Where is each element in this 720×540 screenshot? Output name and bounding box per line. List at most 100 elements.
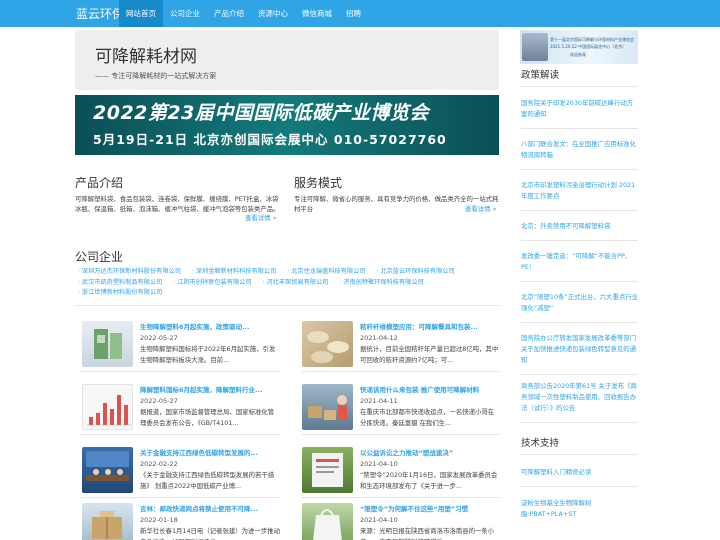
plastic-bag-image-icon bbox=[313, 509, 342, 540]
sidebar-divider bbox=[521, 374, 638, 375]
policy-link[interactable]: 国务院关于印发2030年前碳达峰行动方案的通知 bbox=[521, 98, 639, 120]
banner-headline: 2022第23届中国国际低碳产业博览会 bbox=[93, 102, 429, 124]
policy-link[interactable]: 北京：外卖禁用不可降解塑料袋 bbox=[521, 221, 639, 232]
company-link[interactable]: · 浙江世博新材料股份有限公司 bbox=[78, 288, 162, 299]
products-description: 可降解塑料袋、食品包装袋、连卷袋、保鲜膜、缠绕膜、PET托盒、冰袋冰瓶、保温箱、… bbox=[75, 195, 280, 213]
top-navbar: 蓝云环保 网站首页 公司企业 产品介绍 资源中心 微信商城 招聘 bbox=[0, 0, 720, 27]
article-card[interactable]: 关于金融支持江西绿色低碳转型发展的... 2022-02-22 《关于金融支持江… bbox=[82, 447, 282, 505]
sidebar-divider bbox=[521, 169, 638, 170]
article-excerpt: 据统计，目前全国秸秆年产量已超过8亿吨，其中可回收的秸秆资源约7亿吨；可... bbox=[360, 345, 499, 364]
article-excerpt: 在重庆市北部都市快递收运点，一名快递小哥在分拣快递。秦廷富摄 在我们生... bbox=[360, 408, 495, 427]
article-thumbnail[interactable] bbox=[302, 503, 353, 540]
sidebar-expo-ad[interactable]: 第十一届北京国际可降解与环保材料产业博览会 2021.5.20-22 中国国际展… bbox=[520, 30, 638, 64]
ad-text-welcome: 欢迎参观 bbox=[570, 52, 586, 57]
brand-logo-text[interactable]: 蓝云环保 bbox=[76, 5, 124, 22]
sidebar-divider bbox=[521, 86, 638, 87]
article-card[interactable]: 秸秆纤维模塑应用：可降解餐具和包装... 2021-04-12 据统计，目前全国… bbox=[302, 321, 502, 379]
company-link[interactable]: · 济南创特聚环保科技有限公司 bbox=[339, 278, 423, 289]
company-list: · 深圳万达杰环保新材料股份有限公司 · 深圳金顺新材料科技有限公司 · 北京住… bbox=[78, 267, 498, 299]
nav-item-companies[interactable]: 公司企业 bbox=[163, 0, 207, 27]
sidebar-divider bbox=[521, 281, 638, 282]
sidebar-divider bbox=[521, 128, 638, 129]
sidebar-divider bbox=[521, 486, 638, 487]
article-card[interactable]: 生物降解塑料6月起实施，政策驱动... 2022-05-27 生物降解塑料国标将… bbox=[82, 321, 282, 379]
bar-chart-image-icon bbox=[87, 395, 131, 426]
nav-item-home[interactable]: 网站首页 bbox=[119, 0, 163, 27]
company-link[interactable]: · 北京蓝云环保科技有限公司 bbox=[377, 267, 455, 278]
article-card[interactable]: 吉林：邮政快递网点将禁止使用不可降... 2022-01-18 新华社长春1月1… bbox=[82, 503, 282, 540]
article-excerpt: 据报道，国家市场监督管理总局、国家标准化管理委员会发布公告，《GB/T4101.… bbox=[140, 408, 275, 427]
products-heading: 产品介绍 bbox=[75, 176, 124, 190]
article-thumbnail[interactable] bbox=[82, 384, 133, 430]
policy-link[interactable]: 八部门联合发文：在全国推广应用标准化物流周转箱 bbox=[521, 139, 639, 161]
policy-link[interactable]: 发改委一锤定音：“可降解”不能含PP、PE! bbox=[521, 251, 639, 273]
article-date: 2021-04-10 bbox=[360, 460, 398, 468]
article-thumbnail[interactable] bbox=[82, 447, 133, 493]
article-thumbnail[interactable] bbox=[302, 321, 353, 367]
expo-banner[interactable]: 2022第23届中国国际低碳产业博览会 5月19日-21日 北京亦创国际会展中心… bbox=[75, 95, 499, 155]
site-title: 可降解耗材网 bbox=[95, 47, 197, 67]
article-excerpt: 来源：光明日报在陕西省商洛市洛南县的一条小巷……走向日塑胶料薄膜袋后... bbox=[360, 527, 495, 540]
tech-link[interactable]: 淀粉生物基全生物降解树脂:PBAT+PLA+ST bbox=[521, 498, 639, 520]
article-date: 2022-02-22 bbox=[140, 460, 178, 468]
article-thumbnail[interactable] bbox=[82, 503, 133, 540]
hero-jumbotron: 可降解耗材网 —— 专注可降解耗材的一站式解决方案 bbox=[75, 30, 499, 90]
article-excerpt: 《关于金融支持江西绿色低碳转型发展的若干措施》 划重点2022中国低碳产业博..… bbox=[140, 471, 275, 490]
bag-image-icon bbox=[94, 329, 122, 359]
article-title[interactable]: “限塑令”为何解不住这些“用塑”习惯 bbox=[360, 503, 502, 513]
article-thumbnail[interactable] bbox=[82, 321, 133, 367]
article-title[interactable]: 以公益诉讼之力推动“塑战速决” bbox=[360, 447, 502, 457]
tech-link[interactable]: 可降解塑料入门精修必读 bbox=[521, 467, 639, 478]
services-more-link[interactable]: 查看详情 » bbox=[465, 204, 497, 213]
article-title[interactable]: 降解塑料国标6月起实施，降解塑料行业... bbox=[140, 384, 282, 394]
products-more-link[interactable]: 查看详情 » bbox=[245, 213, 277, 222]
article-title[interactable]: 吉林：邮政快递网点将禁止使用不可降... bbox=[140, 503, 282, 513]
policy-heading: 政策解读 bbox=[521, 70, 560, 81]
courier-image-icon bbox=[308, 395, 347, 420]
tableware-image-icon bbox=[307, 331, 349, 363]
policy-link[interactable]: 北京市印发塑料污染治理行动计划 2021年度工作要点 bbox=[521, 180, 639, 202]
article-title[interactable]: 秸秆纤维模塑应用：可降解餐具和包装... bbox=[360, 321, 502, 331]
sidebar-divider bbox=[521, 422, 638, 423]
ad-text-title: 第十一届北京国际可降解与环保材料产业博览会 bbox=[550, 37, 634, 42]
policy-link[interactable]: 北京“限塑10条”正式出台，六大重点行业强化“减塑” bbox=[521, 292, 639, 314]
policy-link[interactable]: 商务部公告2020年第61号 关于发布《商务领域一次性塑料制品使用、回收报告办法… bbox=[521, 381, 639, 414]
article-thumbnail[interactable] bbox=[302, 447, 353, 493]
article-card[interactable]: “限塑令”为何解不住这些“用塑”习惯 2021-04-10 来源：光明日报在陕西… bbox=[302, 503, 502, 540]
article-excerpt: 生物降解塑料国标将于2022年6月起实施，引发生物降解塑料板块大涨。目前... bbox=[140, 345, 276, 364]
services-heading: 服务模式 bbox=[294, 176, 343, 190]
sidebar-divider bbox=[521, 240, 638, 241]
nav-item-resources[interactable]: 资源中心 bbox=[251, 0, 295, 27]
article-title[interactable]: 关于金融支持江西绿色低碳转型发展的... bbox=[140, 447, 282, 457]
article-date: 2021-04-12 bbox=[360, 334, 398, 342]
policy-link[interactable]: 国务院办公厅转发国家发展改革委等部门关于加快推进快递包装绿色转型意见的通知 bbox=[521, 333, 639, 366]
article-title[interactable]: 生物降解塑料6月起实施，政策驱动... bbox=[140, 321, 282, 331]
article-excerpt: 新华社长春1月14日电（记者张建）为进一步推动白色污染、加强塑料污染治... bbox=[140, 527, 280, 540]
banner-details: 5月19日-21日 北京亦创国际会展中心 010-57027760 bbox=[93, 132, 447, 147]
company-link[interactable]: · 河北丰琛贸易有限公司 bbox=[263, 278, 329, 289]
article-date: 2022-05-27 bbox=[140, 334, 178, 342]
article-date: 2022-01-18 bbox=[140, 516, 178, 524]
sidebar-divider bbox=[521, 454, 638, 455]
article-card[interactable]: 降解塑料国标6月起实施，降解塑料行业... 2022-05-27 据报道，国家市… bbox=[82, 384, 282, 442]
company-link[interactable]: · 江阴市创祥联包装有限公司 bbox=[173, 278, 251, 289]
article-date: 2022-05-27 bbox=[140, 397, 178, 405]
company-link[interactable]: · 武汉市凯奇塑料制品有限公司 bbox=[78, 278, 162, 289]
company-link[interactable]: · 北京住龙瑞盛科技有限公司 bbox=[287, 267, 365, 278]
nav-item-wechat-shop[interactable]: 微信商城 bbox=[295, 0, 339, 27]
conference-image-icon bbox=[86, 451, 129, 481]
section-divider bbox=[75, 305, 499, 306]
parcel-image-icon bbox=[92, 511, 122, 539]
company-link[interactable]: · 深圳金顺新材料科技有限公司 bbox=[192, 267, 276, 278]
ad-photo bbox=[522, 33, 548, 61]
company-link[interactable]: · 深圳万达杰环保新材料股份有限公司 bbox=[78, 267, 181, 278]
tech-support-heading: 技术支持 bbox=[521, 438, 560, 449]
sidebar-divider bbox=[521, 210, 638, 211]
nav-item-jobs[interactable]: 招聘 bbox=[339, 0, 368, 27]
main-nav: 网站首页 公司企业 产品介绍 资源中心 微信商城 招聘 bbox=[119, 0, 368, 27]
article-card[interactable]: 快递该用什么来包装 推广使用可降解材料 2021-04-11 在重庆市北部都市快… bbox=[302, 384, 502, 442]
article-thumbnail[interactable] bbox=[302, 384, 353, 430]
nav-item-products[interactable]: 产品介绍 bbox=[207, 0, 251, 27]
article-title[interactable]: 快递该用什么来包装 推广使用可降解材料 bbox=[360, 384, 502, 394]
article-card[interactable]: 以公益诉讼之力推动“塑战速决” 2021-04-10 “禁塑令”2020年1月1… bbox=[302, 447, 502, 505]
